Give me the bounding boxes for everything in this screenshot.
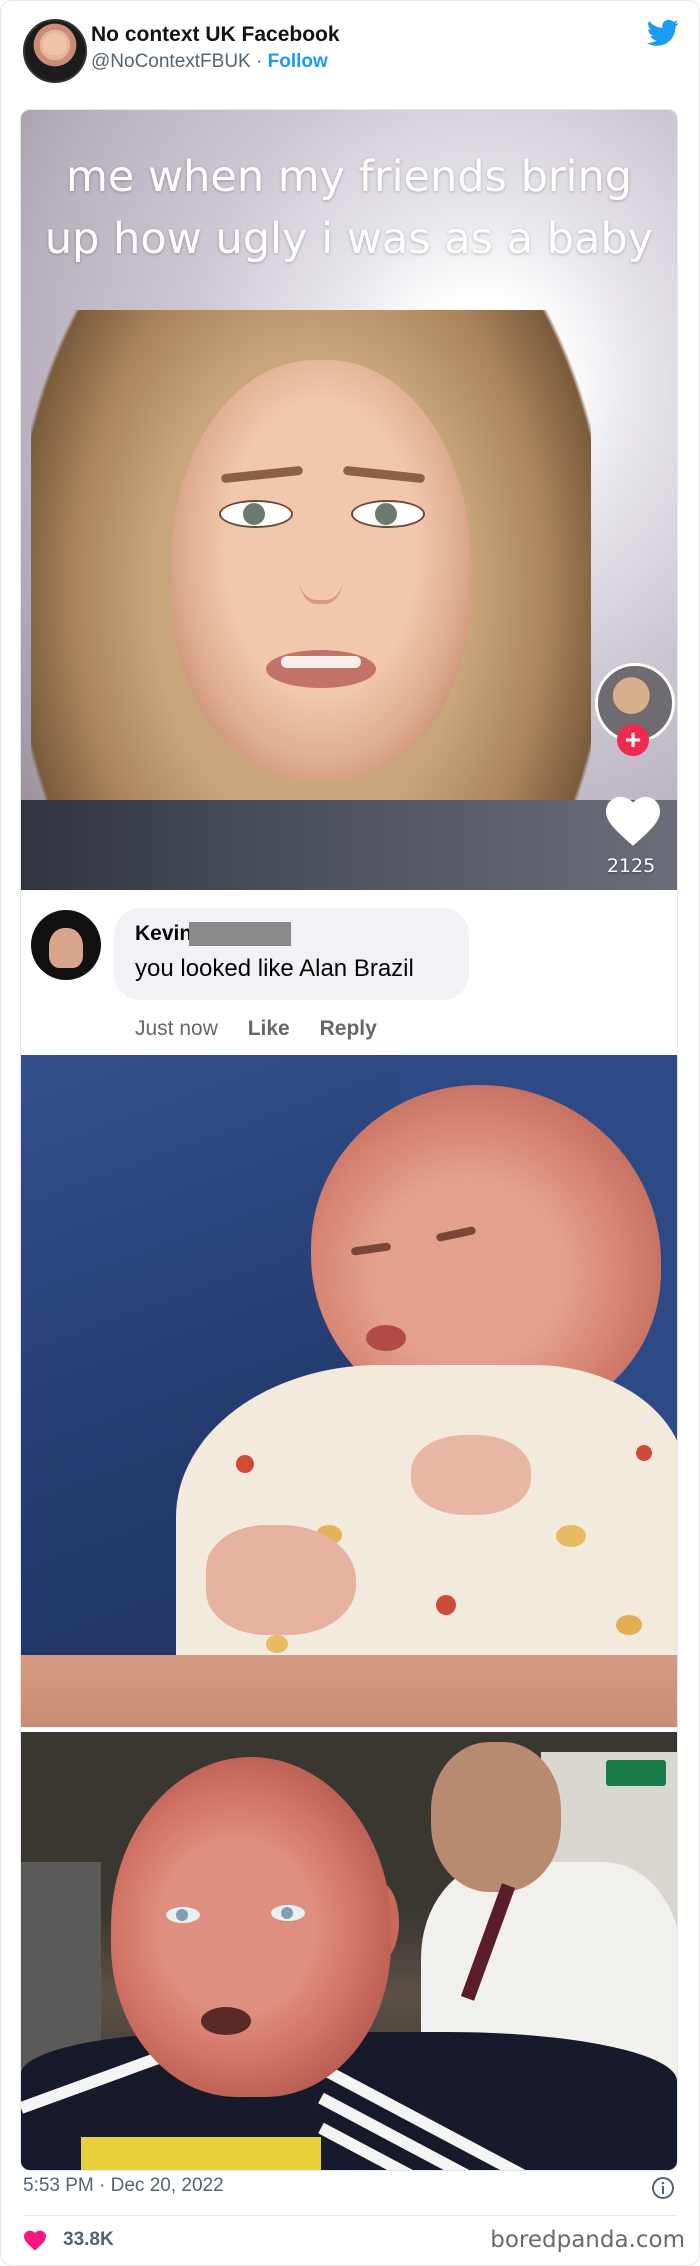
- shirt: [21, 800, 677, 890]
- comment-text: you looked like Alan Brazil: [135, 955, 414, 982]
- follow-button[interactable]: Follow: [268, 51, 328, 72]
- tiktok-like-count: 2125: [606, 855, 656, 877]
- separator: ·: [256, 51, 263, 72]
- author-avatar[interactable]: [23, 19, 87, 83]
- face: [171, 360, 471, 780]
- commenter-name[interactable]: Kevin: [135, 922, 192, 946]
- comment-like-link[interactable]: Like: [248, 1017, 290, 1040]
- comment-reply-link[interactable]: Reply: [320, 1017, 377, 1040]
- tweet-timestamp[interactable]: 5:53 PM · Dec 20, 2022: [23, 2175, 224, 2197]
- man-photo: [21, 1732, 677, 2170]
- author-handle-row: @NoContextFBUK · Follow: [91, 51, 328, 73]
- tiktok-follow-plus-icon[interactable]: +: [617, 724, 649, 756]
- like-count[interactable]: 33.8K: [63, 2229, 114, 2251]
- footer-divider: [23, 2215, 677, 2216]
- yellow-collar: [81, 2137, 321, 2170]
- comment-time: Just now: [135, 1017, 218, 1040]
- heart-icon[interactable]: [23, 2229, 47, 2251]
- redacted-surname: [189, 922, 291, 946]
- baby-photo: [21, 1055, 677, 1727]
- background-man-head: [431, 1742, 561, 1892]
- exit-sign: [606, 1760, 666, 1786]
- man-head: [111, 1757, 391, 2097]
- tiktok-caption-line2: up how ugly i was as a baby: [44, 214, 654, 264]
- info-icon[interactable]: [651, 2176, 675, 2200]
- tiktok-caption-line1: me when my friends bring: [65, 152, 633, 202]
- tiktok-heart-icon[interactable]: [603, 793, 663, 847]
- tweet-card: No context UK Facebook @NoContextFBUK · …: [0, 0, 700, 2266]
- baby-hand: [206, 1525, 356, 1635]
- commenter-avatar[interactable]: [31, 910, 101, 980]
- facebook-comment: Kevin you looked like Alan Brazil Just n…: [21, 890, 677, 1050]
- twitter-bird-icon[interactable]: [647, 19, 679, 47]
- tiktok-screenshot: me when my friends bring up how ugly i w…: [21, 110, 677, 890]
- tweet-media[interactable]: me when my friends bring up how ugly i w…: [20, 109, 678, 2171]
- author-display-name[interactable]: No context UK Facebook: [91, 23, 340, 47]
- baby-hand: [411, 1435, 531, 1515]
- adult-arm: [21, 1655, 677, 1727]
- baby-mouth: [366, 1325, 406, 1351]
- comment-actions: Just now Like Reply: [135, 1017, 377, 1041]
- author-handle[interactable]: @NoContextFBUK: [91, 51, 251, 72]
- boredpanda-watermark: boredpanda.com: [490, 2227, 685, 2253]
